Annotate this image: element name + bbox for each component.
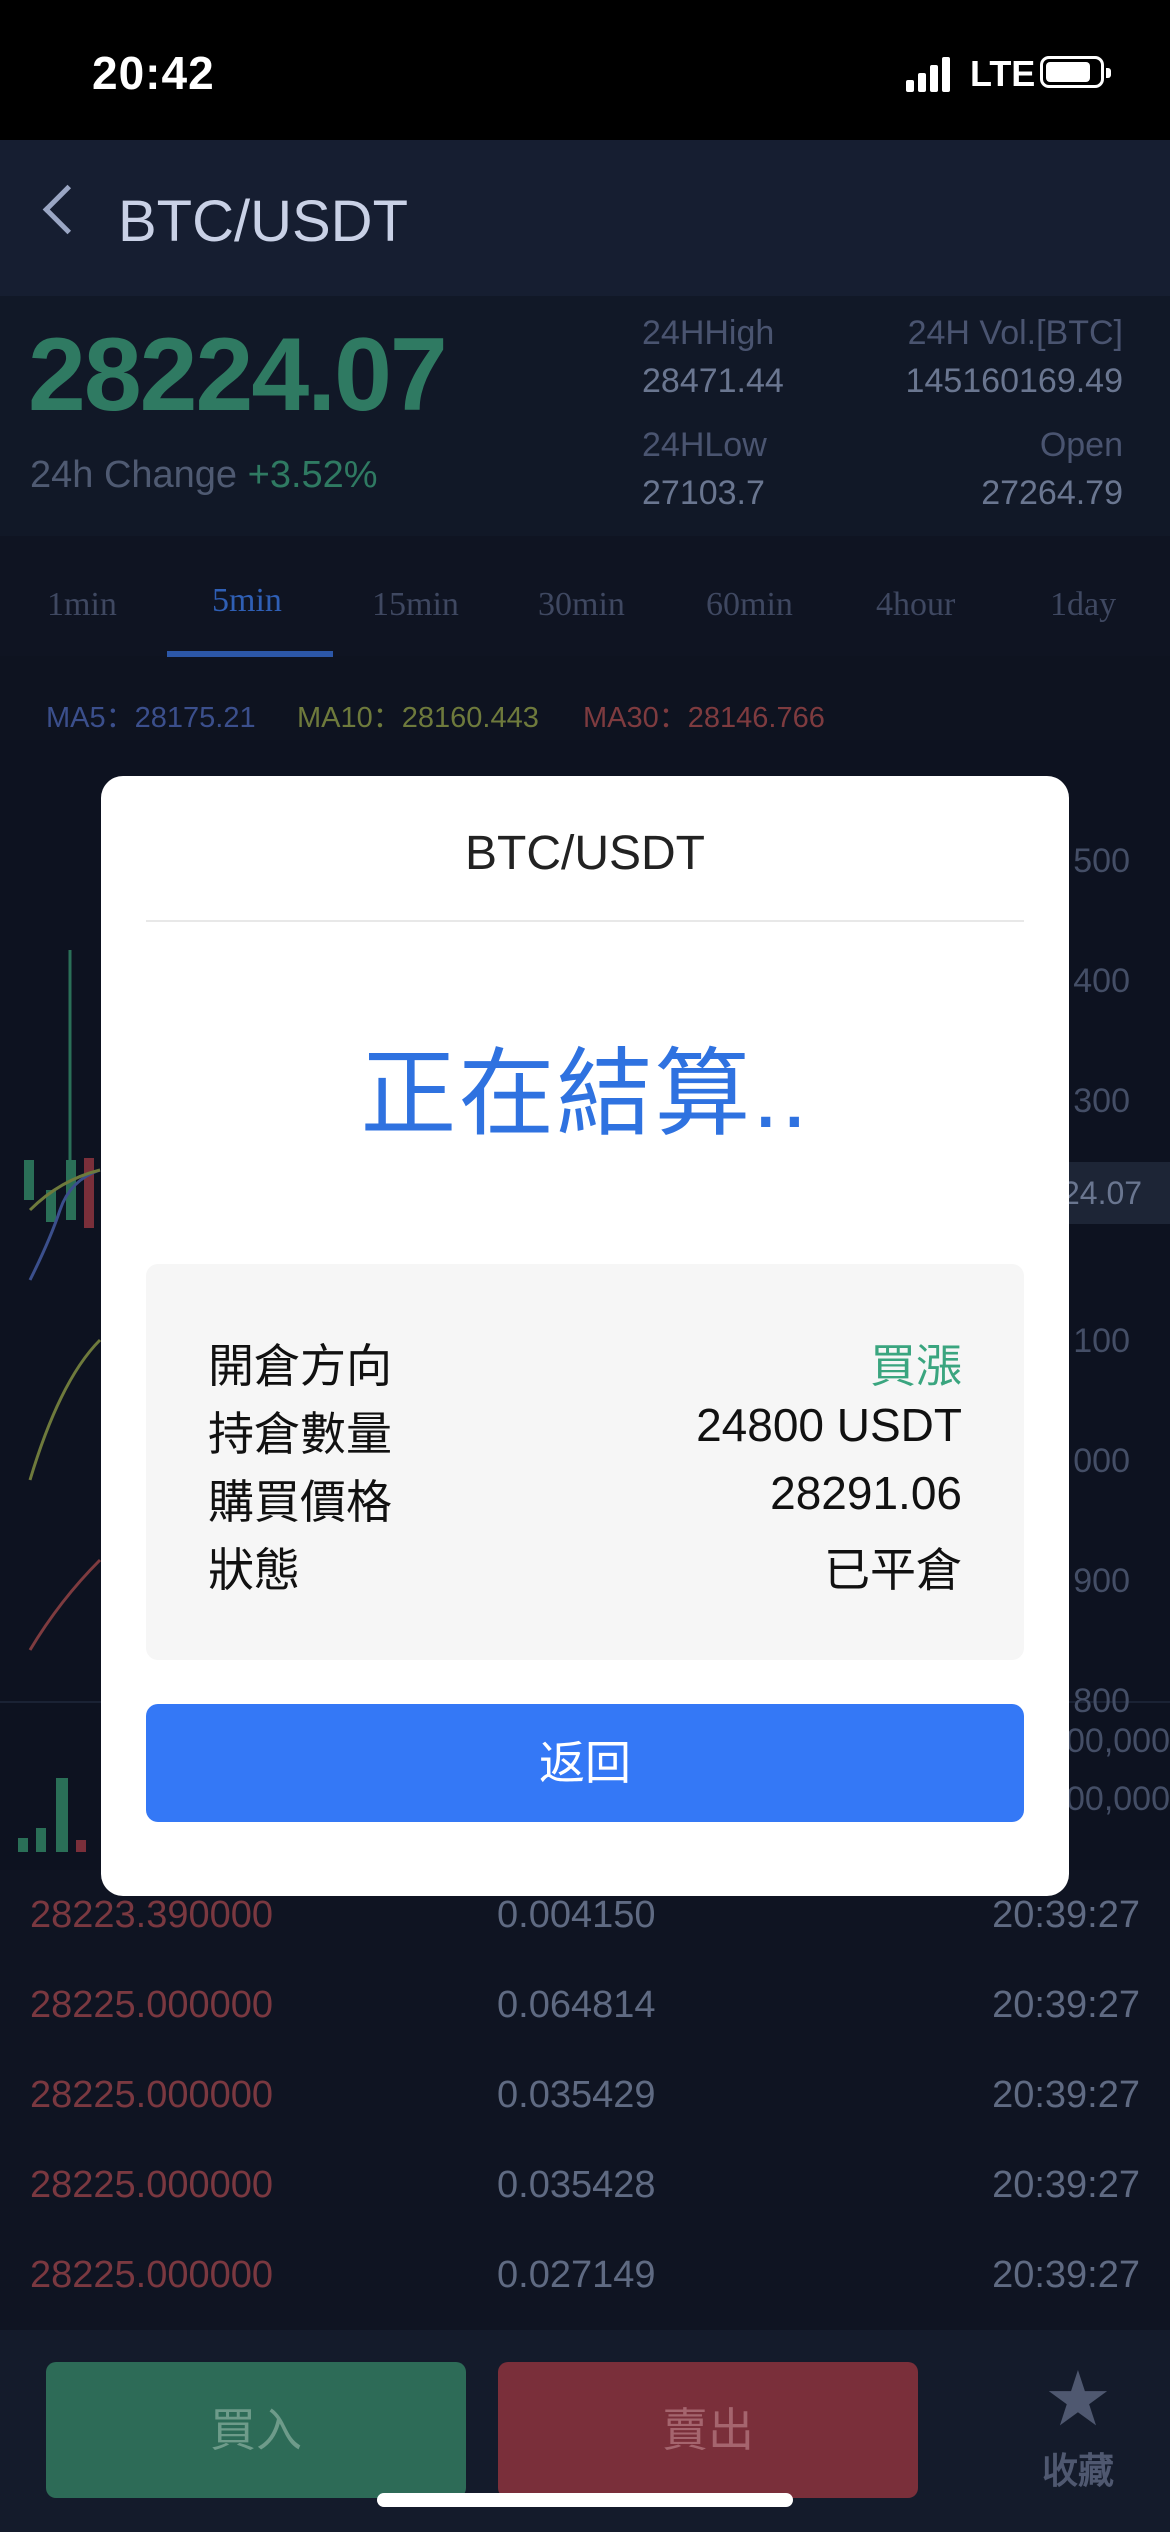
trade-row: 28225.000000 0.027149 20:39:27 bbox=[0, 2230, 1170, 2320]
change-line: 24h Change +3.52% bbox=[30, 454, 378, 497]
trade-row: 28225.000000 0.035428 20:39:27 bbox=[0, 2140, 1170, 2230]
trade-time: 20:39:27 bbox=[992, 2074, 1140, 2116]
trade-amount: 0.027149 bbox=[497, 2254, 656, 2296]
return-button[interactable]: 返回 bbox=[146, 1704, 1024, 1822]
trade-price: 28225.000000 bbox=[30, 2074, 274, 2116]
dialog-title: BTC/USDT bbox=[465, 827, 705, 880]
axis-label: 00,000 bbox=[1066, 1722, 1170, 1760]
axis-label: 300 bbox=[1073, 1082, 1130, 1120]
trade-price: 28225.000000 bbox=[30, 2164, 274, 2206]
info-row-quantity: 持倉數量 24800 USDT bbox=[208, 1398, 962, 1466]
active-tab-indicator bbox=[167, 651, 333, 657]
star-icon: ★ bbox=[1043, 2357, 1113, 2442]
info-row-direction: 開倉方向 買漲 bbox=[208, 1330, 962, 1398]
info-value: 28291.06 bbox=[770, 1467, 962, 1519]
home-indicator[interactable] bbox=[377, 2493, 793, 2507]
info-label: 狀態 bbox=[208, 1544, 300, 1596]
axis-label: 00,000 bbox=[1066, 1780, 1170, 1818]
axis-label: 000 bbox=[1073, 1442, 1130, 1480]
info-label: 購買價格 bbox=[208, 1476, 392, 1528]
info-row-status: 狀態 已平倉 bbox=[208, 1534, 962, 1602]
trade-time: 20:39:27 bbox=[992, 1894, 1140, 1936]
favorite-label: 收藏 bbox=[1041, 2450, 1114, 2491]
open-label: Open bbox=[1039, 426, 1123, 464]
settlement-dialog: BTC/USDT 正在結算.. 開倉方向 買漲 持倉數量 24800 USDT … bbox=[101, 776, 1069, 1896]
ma10-label: MA10：28160.443 bbox=[297, 702, 539, 734]
status-bar: 20:42 LTE bbox=[0, 0, 1170, 140]
volume-value: 145160169.49 bbox=[905, 362, 1123, 400]
settlement-status: 正在結算.. bbox=[360, 1041, 810, 1148]
high-value: 28471.44 bbox=[642, 362, 784, 400]
trade-price: 28225.000000 bbox=[30, 2254, 274, 2296]
favorite-button[interactable]: ★ 收藏 bbox=[1028, 2358, 1128, 2494]
axis-label: 400 bbox=[1073, 962, 1130, 1000]
order-info-panel: 開倉方向 買漲 持倉數量 24800 USDT 購買價格 28291.06 狀態… bbox=[146, 1264, 1024, 1660]
current-price-tag: 24.07 bbox=[1062, 1162, 1170, 1224]
ma5-label: MA5：28175.21 bbox=[46, 702, 256, 734]
trade-price: 28223.390000 bbox=[30, 1894, 274, 1936]
change-value: +3.52% bbox=[247, 454, 378, 496]
page-title: BTC/USDT bbox=[118, 189, 408, 254]
trade-list: 28223.390000 0.004150 20:39:27 28225.000… bbox=[0, 1870, 1170, 2330]
status-time: 20:42 bbox=[92, 47, 215, 99]
tab-4hour[interactable]: 4hour bbox=[876, 586, 955, 624]
trade-row: 28225.000000 0.035429 20:39:27 bbox=[0, 2050, 1170, 2140]
axis-label: 100 bbox=[1073, 1322, 1130, 1360]
info-value: 買漲 bbox=[870, 1340, 962, 1392]
battery-icon bbox=[1040, 56, 1111, 88]
axis-label: 900 bbox=[1073, 1562, 1130, 1600]
trade-amount: 0.004150 bbox=[497, 1894, 656, 1936]
buy-button[interactable]: 買入 bbox=[46, 2362, 466, 2498]
info-row-price: 購買價格 28291.06 bbox=[208, 1466, 962, 1534]
back-chevron-icon[interactable] bbox=[42, 184, 93, 235]
trade-amount: 0.035428 bbox=[497, 2164, 656, 2206]
network-type: LTE bbox=[970, 53, 1036, 94]
trade-amount: 0.064814 bbox=[497, 1984, 656, 2026]
info-value: 24800 USDT bbox=[696, 1399, 962, 1451]
sell-button[interactable]: 賣出 bbox=[498, 2362, 918, 2498]
low-label: 24HLow bbox=[642, 426, 767, 464]
tab-1day[interactable]: 1day bbox=[1050, 586, 1116, 624]
tab-5min[interactable]: 5min bbox=[212, 582, 282, 620]
nav-bar: BTC/USDT bbox=[0, 140, 1170, 296]
open-value: 27264.79 bbox=[981, 474, 1123, 512]
trade-time: 20:39:27 bbox=[992, 2254, 1140, 2296]
trade-time: 20:39:27 bbox=[992, 1984, 1140, 2026]
volume-label: 24H Vol.[BTC] bbox=[907, 314, 1123, 352]
axis-label: 500 bbox=[1073, 842, 1130, 880]
change-label: 24h Change bbox=[30, 454, 238, 496]
tab-60min[interactable]: 60min bbox=[706, 586, 793, 624]
info-label: 開倉方向 bbox=[208, 1340, 392, 1392]
tab-30min[interactable]: 30min bbox=[538, 586, 625, 624]
trade-price: 28225.000000 bbox=[30, 1984, 274, 2026]
trade-row: 28225.000000 0.064814 20:39:27 bbox=[0, 1960, 1170, 2050]
info-label: 持倉數量 bbox=[208, 1408, 392, 1460]
low-value: 27103.7 bbox=[642, 474, 765, 512]
tab-1min[interactable]: 1min bbox=[47, 586, 117, 624]
last-price: 28224.07 bbox=[28, 317, 448, 433]
signal-icon bbox=[906, 56, 952, 92]
info-value: 已平倉 bbox=[824, 1544, 962, 1596]
dialog-divider bbox=[146, 920, 1024, 922]
trade-amount: 0.035429 bbox=[497, 2074, 656, 2116]
axis-label: 800 bbox=[1073, 1682, 1130, 1720]
trade-time: 20:39:27 bbox=[992, 2164, 1140, 2206]
interval-tabs: 1min 5min 15min 30min 60min 4hour 1day bbox=[0, 536, 1170, 656]
tab-15min[interactable]: 15min bbox=[372, 586, 459, 624]
ticker-panel: 28224.07 24h Change +3.52% 24HHigh 28471… bbox=[0, 296, 1170, 536]
ma30-label: MA30：28146.766 bbox=[583, 702, 825, 734]
high-label: 24HHigh bbox=[642, 314, 775, 352]
